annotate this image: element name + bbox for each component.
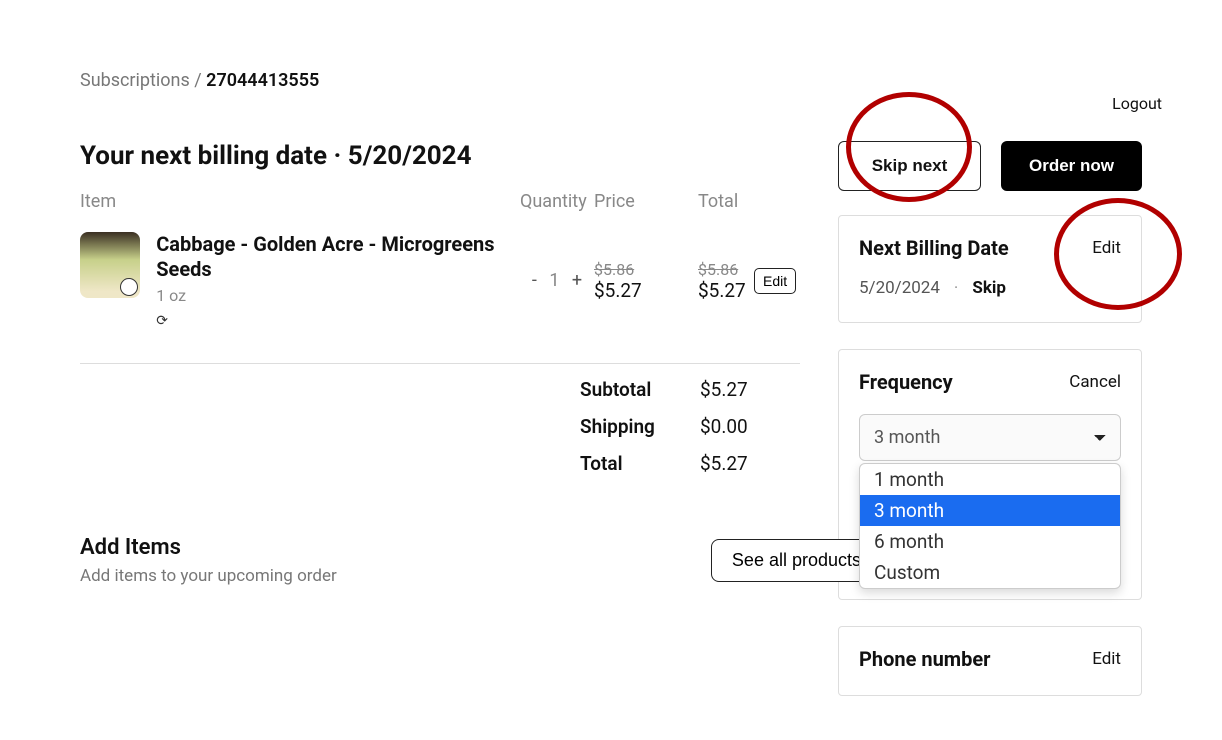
next-billing-skip-link[interactable]: Skip	[972, 278, 1006, 298]
th-item: Item	[80, 191, 520, 212]
phone-title: Phone number	[859, 647, 990, 671]
qty-minus-button[interactable]: -	[528, 270, 541, 291]
frequency-option-1-month[interactable]: 1 month	[860, 464, 1120, 495]
next-billing-panel: Next Billing Date Edit 5/20/2024 · Skip	[838, 215, 1142, 323]
subtotal-label: Subtotal	[580, 378, 700, 401]
product-title[interactable]: Cabbage - Golden Acre - Microgreens Seed…	[156, 232, 520, 282]
frequency-panel: Frequency Cancel 3 month 1 month 3 month…	[838, 349, 1142, 600]
recurring-icon: ⟳	[156, 313, 520, 329]
subtotal-value: $5.27	[700, 378, 780, 401]
th-qty: Quantity	[520, 191, 594, 212]
add-items-title: Add Items	[80, 535, 800, 560]
frequency-option-3-month[interactable]: 3 month	[860, 495, 1120, 526]
line-total-discounted: $5.27	[698, 279, 754, 302]
skip-next-button[interactable]: Skip next	[838, 141, 981, 191]
quantity-stepper: - 1 +	[520, 270, 594, 291]
unit-price: $5.86 $5.27	[594, 260, 666, 302]
product-variant: 1 oz	[156, 286, 520, 305]
qty-plus-button[interactable]: +	[568, 270, 586, 291]
order-totals: Subtotal $5.27 Shipping $0.00 Total $5.2…	[80, 378, 800, 475]
frequency-dropdown: 1 month 3 month 6 month Custom	[859, 463, 1121, 589]
add-items-desc: Add items to your upcoming order	[80, 566, 800, 586]
see-all-products-button[interactable]: See all products	[711, 539, 882, 582]
qty-value: 1	[545, 270, 563, 291]
line-total: $5.86 $5.27	[666, 260, 754, 302]
breadcrumb-sep: /	[194, 70, 201, 91]
line-total-original: $5.86	[698, 260, 754, 279]
shipping-value: $0.00	[700, 415, 780, 438]
total-label: Total	[580, 452, 700, 475]
order-now-button[interactable]: Order now	[1001, 141, 1142, 191]
frequency-option-custom[interactable]: Custom	[860, 557, 1120, 588]
logout-link[interactable]: Logout	[1112, 94, 1162, 113]
breadcrumb: Subscriptions / 27044413555	[80, 70, 1142, 91]
add-items-section: Add Items Add items to your upcoming ord…	[80, 535, 800, 586]
frequency-title: Frequency	[859, 370, 953, 394]
unit-price-discounted: $5.27	[594, 279, 666, 302]
phone-panel: Phone number Edit	[838, 626, 1142, 696]
product-thumbnail[interactable]	[80, 232, 140, 298]
items-table-header: Item Quantity Price Total	[80, 191, 800, 212]
line-edit-button[interactable]: Edit	[754, 268, 796, 294]
next-billing-title: Next Billing Date	[859, 236, 1009, 260]
next-billing-date: 5/20/2024	[859, 278, 940, 298]
th-total: Total	[666, 191, 800, 212]
total-value: $5.27	[700, 452, 780, 475]
shipping-label: Shipping	[580, 415, 700, 438]
next-billing-heading: Your next billing date · 5/20/2024	[80, 141, 800, 171]
th-price: Price	[594, 191, 666, 212]
line-item: Cabbage - Golden Acre - Microgreens Seed…	[80, 232, 800, 364]
unit-price-original: $5.86	[594, 260, 666, 279]
phone-edit-link[interactable]: Edit	[1092, 649, 1121, 669]
next-billing-edit-link[interactable]: Edit	[1092, 238, 1121, 258]
frequency-cancel-link[interactable]: Cancel	[1069, 372, 1121, 392]
frequency-select[interactable]: 3 month	[859, 414, 1121, 461]
breadcrumb-root[interactable]: Subscriptions	[80, 70, 190, 91]
frequency-option-6-month[interactable]: 6 month	[860, 526, 1120, 557]
breadcrumb-current: 27044413555	[206, 70, 319, 91]
separator-dot: ·	[954, 278, 958, 298]
